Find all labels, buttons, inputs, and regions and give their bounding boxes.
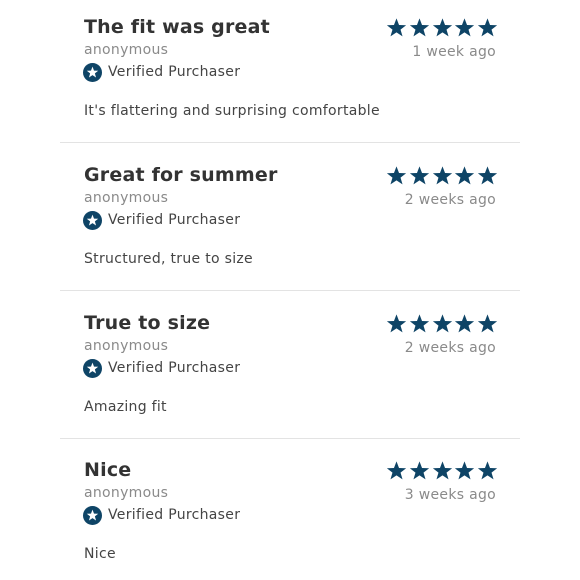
star-rating [386,17,498,39]
divider [60,142,520,143]
review-item: Great for summer anonymous Verified Purc… [0,148,580,296]
star-rating [386,460,498,482]
verified-star-badge-icon [83,210,102,230]
star-filled-icon [477,18,498,37]
star-filled-icon [432,461,452,480]
verified-star-badge-icon [83,505,102,525]
star-filled-icon [432,314,452,333]
star-rating [386,313,498,335]
review-date: 3 weeks ago [404,487,496,503]
verified-badge: Verified Purchaser [83,505,240,525]
star-filled-icon [432,18,452,37]
verified-badge: Verified Purchaser [83,62,240,82]
verified-label: Verified Purchaser [108,507,241,523]
review-title: True to size [84,312,211,334]
review-author: anonymous [84,42,169,58]
review-item: The fit was great anonymous Verified Pur… [0,0,580,148]
star-filled-icon [477,314,498,333]
star-filled-icon [477,461,498,480]
star-rating [386,165,498,187]
star-filled-icon [409,314,429,333]
review-date: 2 weeks ago [404,340,496,356]
review-author: anonymous [84,485,169,501]
star-filled-icon [455,166,475,185]
review-item: True to size anonymous Verified Purchase… [0,296,580,444]
verified-badge: Verified Purchaser [83,210,240,230]
review-title: Great for summer [84,164,278,186]
review-date: 2 weeks ago [404,192,496,208]
star-filled-icon [409,461,429,480]
star-filled-icon [409,18,429,37]
review-body: Structured, true to size [84,251,253,267]
star-filled-icon [455,314,475,333]
review-author: anonymous [84,338,169,354]
review-title: Nice [84,459,132,481]
star-filled-icon [386,314,407,333]
review-title: The fit was great [84,16,270,38]
star-filled-icon [477,166,498,185]
star-filled-icon [386,166,407,185]
star-filled-icon [386,461,407,480]
star-filled-icon [409,166,429,185]
review-item: Nice anonymous Verified Purchaser 3 week… [0,443,580,580]
verified-star-badge-icon [83,358,102,378]
review-list: The fit was great anonymous Verified Pur… [0,0,580,580]
divider [60,290,520,291]
verified-label: Verified Purchaser [108,212,241,228]
review-body: Amazing fit [84,399,167,415]
star-filled-icon [455,18,475,37]
star-filled-icon [432,166,452,185]
verified-badge: Verified Purchaser [83,358,240,378]
review-date: 1 week ago [412,44,496,60]
star-filled-icon [455,461,475,480]
review-author: anonymous [84,190,169,206]
verified-label: Verified Purchaser [108,360,241,376]
review-body: Nice [84,546,116,562]
divider [60,438,520,439]
review-body: It's flattering and surprising comfortab… [84,103,380,119]
verified-label: Verified Purchaser [108,64,241,80]
verified-star-badge-icon [83,62,102,82]
star-filled-icon [386,18,407,37]
